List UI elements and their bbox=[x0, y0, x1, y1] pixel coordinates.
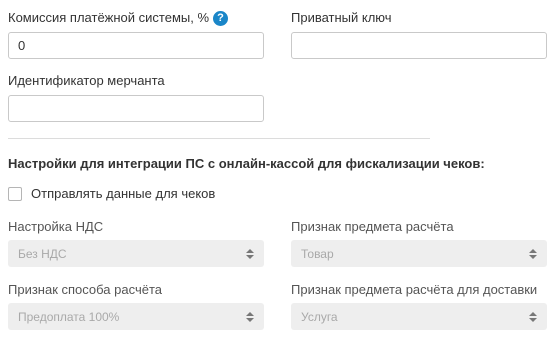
private-key-field: Приватный ключ bbox=[291, 10, 392, 26]
send-receipt-data-checkbox[interactable] bbox=[8, 186, 22, 201]
send-receipt-data-checkbox-row[interactable]: Отправлять данные для чеков bbox=[8, 186, 215, 201]
delivery-subject-field: Признак предмета расчёта для доставки bbox=[291, 282, 537, 298]
help-icon[interactable]: ? bbox=[213, 10, 229, 26]
section-divider bbox=[8, 138, 430, 139]
merchant-id-input[interactable] bbox=[8, 95, 264, 122]
vat-label: Настройка НДС bbox=[8, 219, 104, 234]
subject-field: Признак предмета расчёта bbox=[291, 219, 454, 235]
delivery-subject-label: Признак предмета расчёта для доставки bbox=[291, 282, 538, 297]
private-key-label: Приватный ключ bbox=[291, 10, 392, 25]
payment-method-select[interactable]: Предоплата 100% bbox=[8, 303, 264, 330]
payment-method-select-value: Предоплата 100% bbox=[18, 309, 120, 324]
select-arrows-icon bbox=[246, 240, 254, 267]
vat-field: Настройка НДС bbox=[8, 219, 103, 235]
select-arrows-icon bbox=[529, 303, 537, 330]
send-receipt-data-label[interactable]: Отправлять данные для чеков bbox=[31, 186, 215, 201]
merchant-id-field: Идентификатор мерчанта bbox=[8, 73, 165, 89]
vat-select-value: Без НДС bbox=[18, 246, 67, 261]
payment-method-label: Признак способа расчёта bbox=[8, 282, 162, 297]
payment-method-field: Признак способа расчёта bbox=[8, 282, 162, 298]
select-arrows-icon bbox=[246, 303, 254, 330]
fiscal-section-title: Настройки для интеграции ПС с онлайн-кас… bbox=[8, 156, 485, 171]
delivery-subject-select[interactable]: Услуга bbox=[291, 303, 547, 330]
commission-input[interactable] bbox=[8, 32, 264, 59]
subject-select[interactable]: Товар bbox=[291, 240, 547, 267]
merchant-id-label: Идентификатор мерчанта bbox=[8, 73, 165, 88]
subject-label: Признак предмета расчёта bbox=[291, 219, 454, 234]
commission-label-row: Комиссия платёжной системы, % ? bbox=[8, 10, 229, 26]
select-arrows-icon bbox=[529, 240, 537, 267]
subject-select-value: Товар bbox=[301, 246, 334, 261]
commission-label: Комиссия платёжной системы, % bbox=[8, 10, 210, 25]
commission-field: Комиссия платёжной системы, % ? bbox=[8, 10, 229, 26]
private-key-input[interactable] bbox=[291, 32, 547, 59]
vat-select[interactable]: Без НДС bbox=[8, 240, 264, 267]
delivery-subject-select-value: Услуга bbox=[301, 309, 338, 324]
